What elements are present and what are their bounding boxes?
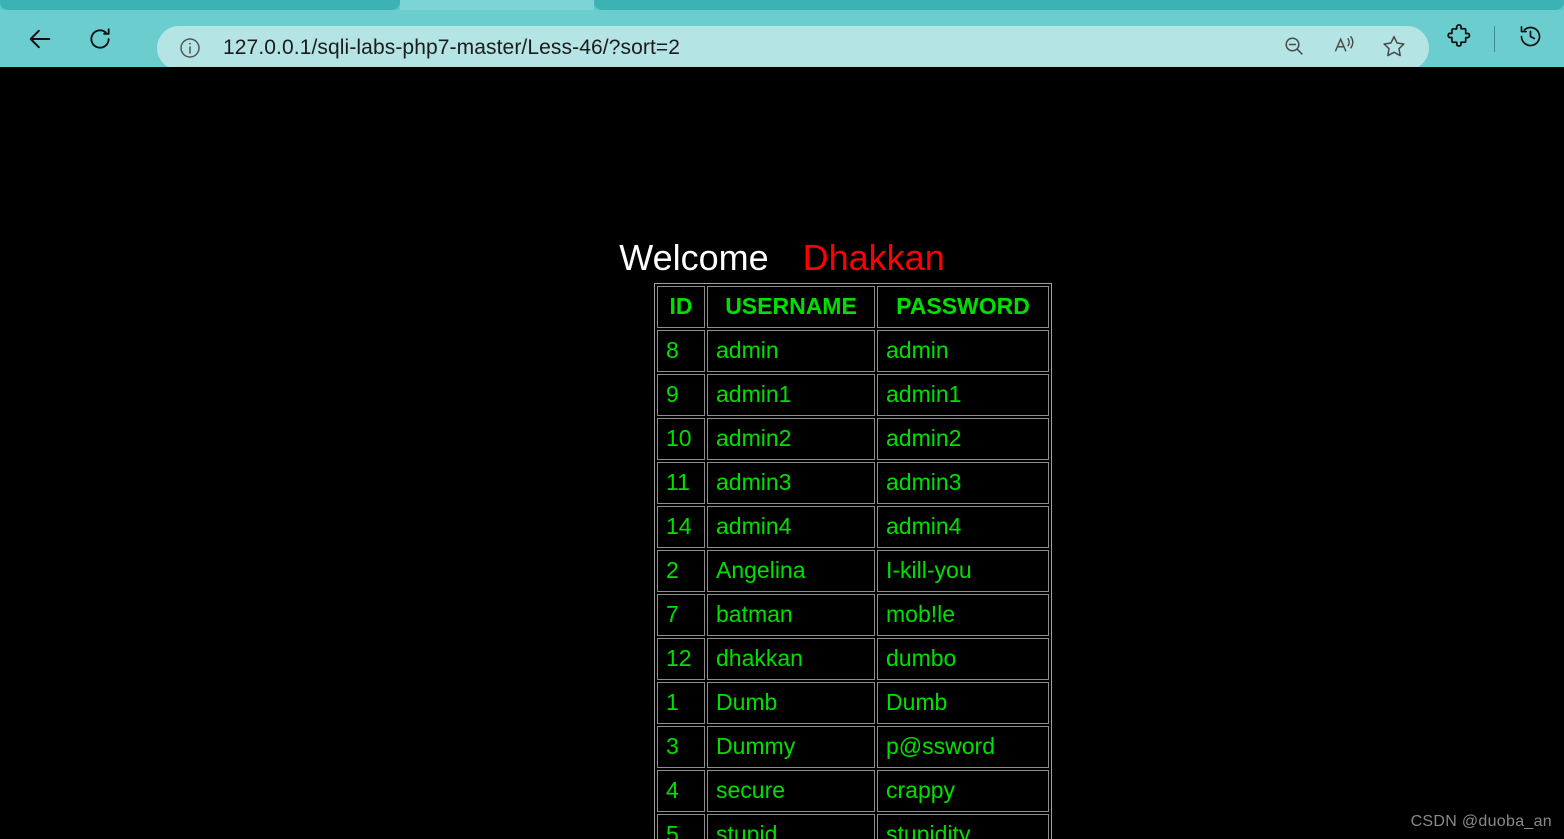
table-row: 10 admin2 admin2 [657, 418, 1049, 460]
table-cell-id: 8 [657, 330, 705, 372]
tab-strip [0, 0, 1564, 10]
table-cell-id: 4 [657, 770, 705, 812]
refresh-button[interactable] [78, 17, 122, 61]
table-cell-id: 5 [657, 814, 705, 839]
web-page-content: Welcome Dhakkan ID USERNAME PASSWORD 8 adm… [0, 67, 1564, 839]
url-text[interactable]: 127.0.0.1/sqli-labs-php7-master/Less-46/… [223, 36, 1273, 60]
table-cell-username: batman [707, 594, 875, 636]
table-row: 1 Dumb Dumb [657, 682, 1049, 724]
tab-inactive-left[interactable] [0, 0, 400, 10]
table-row: 2 Angelina I-kill-you [657, 550, 1049, 592]
tab-active[interactable] [400, 0, 594, 10]
table-cell-password: stupidity [877, 814, 1049, 839]
toolbar-right-group [1437, 10, 1564, 67]
favorite-button[interactable] [1373, 27, 1415, 69]
table-cell-password: p@ssword [877, 726, 1049, 768]
table-cell-password: admin3 [877, 462, 1049, 504]
table-cell-id: 3 [657, 726, 705, 768]
watermark: CSDN @duoba_an [1410, 813, 1552, 830]
table-cell-username: dhakkan [707, 638, 875, 680]
table-row: 12 dhakkan dumbo [657, 638, 1049, 680]
table-cell-username: admin2 [707, 418, 875, 460]
browser-window: 127.0.0.1/sqli-labs-php7-master/Less-46/… [0, 0, 1564, 839]
table-cell-password: crappy [877, 770, 1049, 812]
table-cell-username: secure [707, 770, 875, 812]
table-row: 7 batman mob!le [657, 594, 1049, 636]
welcome-label: Welcome [619, 237, 769, 278]
zoom-out-icon [1282, 34, 1306, 63]
history-button[interactable] [1508, 17, 1552, 61]
refresh-icon [87, 26, 113, 52]
table-row: 8 admin admin [657, 330, 1049, 372]
history-clock-icon [1517, 23, 1544, 55]
extensions-button[interactable] [1437, 17, 1481, 61]
table-cell-password: dumbo [877, 638, 1049, 680]
read-aloud-icon [1332, 33, 1357, 63]
table-row: 14 admin4 admin4 [657, 506, 1049, 548]
read-aloud-button[interactable] [1323, 27, 1365, 69]
table-cell-username: admin4 [707, 506, 875, 548]
table-cell-password: I-kill-you [877, 550, 1049, 592]
back-arrow-icon [26, 25, 54, 53]
table-cell-id: 1 [657, 682, 705, 724]
username-label: Dhakkan [802, 237, 945, 278]
toolbar-separator [1494, 25, 1495, 52]
results-table-body: 8 admin admin 9 admin1 admin1 10 admin2 admin2 11… [657, 330, 1049, 839]
table-cell-password: mob!le [877, 594, 1049, 636]
table-cell-username: admin3 [707, 462, 875, 504]
column-header-password: PASSWORD [877, 286, 1049, 328]
column-header-username: USERNAME [707, 286, 875, 328]
table-cell-password: admin2 [877, 418, 1049, 460]
table-row: 4 secure crappy [657, 770, 1049, 812]
table-cell-id: 2 [657, 550, 705, 592]
extensions-puzzle-icon [1446, 23, 1473, 55]
table-cell-id: 11 [657, 462, 705, 504]
table-cell-id: 9 [657, 374, 705, 416]
table-cell-id: 7 [657, 594, 705, 636]
table-cell-username: Angelina [707, 550, 875, 592]
table-cell-id: 10 [657, 418, 705, 460]
site-info-icon[interactable] [177, 35, 203, 61]
page-title: Welcome Dhakkan [0, 237, 1564, 279]
table-cell-username: Dumb [707, 682, 875, 724]
zoom-out-button[interactable] [1273, 27, 1315, 69]
table-cell-id: 14 [657, 506, 705, 548]
browser-toolbar: 127.0.0.1/sqli-labs-php7-master/Less-46/… [0, 10, 1564, 70]
address-bar[interactable]: 127.0.0.1/sqli-labs-php7-master/Less-46/… [157, 26, 1429, 70]
table-cell-username: stupid [707, 814, 875, 839]
column-header-id: ID [657, 286, 705, 328]
table-cell-username: admin1 [707, 374, 875, 416]
table-cell-id: 12 [657, 638, 705, 680]
table-row: 9 admin1 admin1 [657, 374, 1049, 416]
table-cell-password: Dumb [877, 682, 1049, 724]
favorite-star-icon [1381, 33, 1407, 64]
back-button[interactable] [18, 17, 62, 61]
table-cell-password: admin4 [877, 506, 1049, 548]
results-table: ID USERNAME PASSWORD 8 admin admin 9 admin1 a… [654, 283, 1052, 839]
tab-inactive-right[interactable] [594, 0, 1564, 10]
table-cell-password: admin1 [877, 374, 1049, 416]
table-cell-username: Dummy [707, 726, 875, 768]
table-header-row: ID USERNAME PASSWORD [657, 286, 1049, 328]
table-row: 11 admin3 admin3 [657, 462, 1049, 504]
table-row: 3 Dummy p@ssword [657, 726, 1049, 768]
table-cell-password: admin [877, 330, 1049, 372]
table-row: 5 stupid stupidity [657, 814, 1049, 839]
table-cell-username: admin [707, 330, 875, 372]
